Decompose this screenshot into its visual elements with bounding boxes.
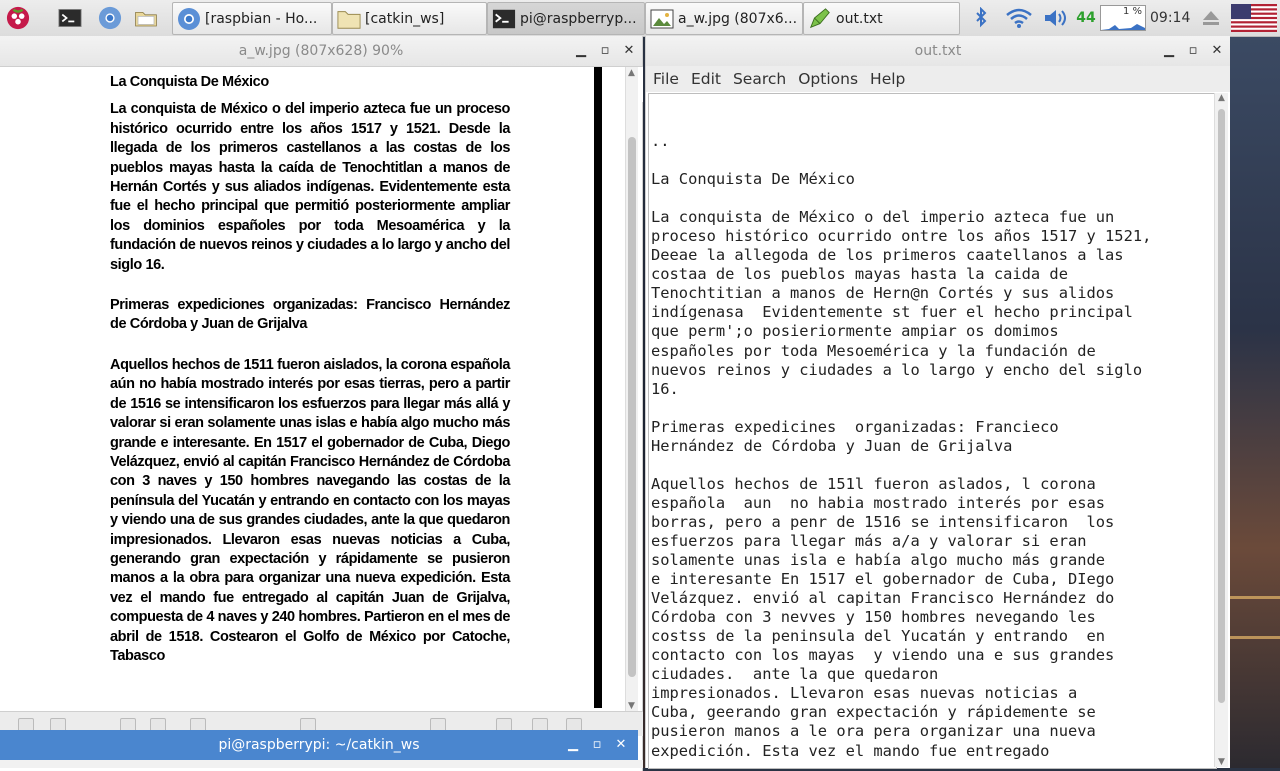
- window-title: a_w.jpg (807x628) 90%: [238, 43, 404, 59]
- task-label: out.txt: [836, 10, 883, 27]
- cpu-monitor[interactable]: 1 %: [1100, 5, 1146, 31]
- scanned-document: La Conquista De México La conquista de M…: [110, 73, 510, 687]
- scroll-up-icon[interactable]: ▲: [628, 68, 635, 78]
- terminal-title: pi@raspberrypi: ~/catkin_ws: [218, 737, 420, 753]
- cpu-temperature: 44: [1076, 10, 1096, 26]
- editor-scrollbar[interactable]: ▲ ▼: [1214, 93, 1228, 767]
- us-flag-icon[interactable]: [1230, 4, 1278, 32]
- terminal-window-titlebar[interactable]: pi@raspberrypi: ~/catkin_ws ▁ ▫ ✕: [0, 730, 638, 760]
- image-viewer-titlebar[interactable]: a_w.jpg (807x628) 90% ▁ ▫ ✕: [0, 36, 642, 67]
- text-editor-window: out.txt ▁ ▫ ✕ File Edit Search Options H…: [645, 36, 1230, 769]
- terminal-icon: [492, 7, 516, 31]
- terminal-launcher[interactable]: [58, 3, 82, 33]
- folder-icon: [134, 6, 158, 30]
- maximize-button[interactable]: ▫: [590, 738, 604, 752]
- minimize-button[interactable]: ▁: [566, 738, 580, 752]
- menu-file[interactable]: File: [653, 70, 679, 88]
- minimize-button[interactable]: ▁: [574, 44, 588, 58]
- task-label: [raspbian - Ho...: [205, 10, 318, 27]
- text-editor-icon: [808, 7, 832, 31]
- browser-launcher[interactable]: [98, 3, 122, 33]
- text-area[interactable]: .. La Conquista De México La conquista d…: [648, 93, 1217, 769]
- scroll-thumb[interactable]: [628, 137, 636, 677]
- menu-edit[interactable]: Edit: [691, 70, 721, 88]
- taskbar: [raspbian - Ho... [catkin_ws] pi@raspber…: [0, 0, 1280, 37]
- menu-options[interactable]: Options: [798, 70, 858, 88]
- volume-icon[interactable]: [1041, 4, 1071, 32]
- desktop-wallpaper: [1230, 36, 1280, 768]
- doc-paragraph: Aquellos hechos de 1511 fueron aislados,…: [110, 356, 510, 664]
- eject-icon[interactable]: [1198, 4, 1224, 32]
- task-terminal[interactable]: pi@raspberryp...: [487, 2, 645, 35]
- raspberry-icon: [6, 6, 30, 30]
- scan-border: [594, 67, 602, 708]
- maximize-button[interactable]: ▫: [1186, 44, 1200, 58]
- text-content[interactable]: .. La Conquista De México La conquista d…: [649, 94, 1216, 761]
- scanned-image[interactable]: La Conquista De México La conquista de M…: [0, 67, 631, 708]
- task-label: [catkin_ws]: [365, 10, 445, 27]
- scroll-up-icon[interactable]: ▲: [1218, 93, 1225, 103]
- scroll-down-icon[interactable]: ▼: [628, 701, 635, 711]
- close-button[interactable]: ✕: [1210, 44, 1224, 58]
- image-viewer-window: a_w.jpg (807x628) 90% ▁ ▫ ✕ La Conquista…: [0, 36, 643, 771]
- scroll-down-icon[interactable]: ▼: [1218, 757, 1225, 767]
- terminal-icon: [58, 6, 82, 30]
- bluetooth-icon[interactable]: [970, 4, 992, 32]
- folder-icon: [337, 7, 361, 31]
- doc-paragraph: La conquista de México o del imperio azt…: [110, 101, 510, 273]
- menu-bar: File Edit Search Options Help: [646, 66, 1230, 92]
- doc-heading: Primeras expediciones organizadas: Franc…: [110, 297, 510, 333]
- doc-title: La Conquista De México: [110, 74, 269, 90]
- menu-search[interactable]: Search: [733, 70, 786, 88]
- task-browser[interactable]: [raspbian - Ho...: [172, 2, 332, 35]
- text-editor-titlebar[interactable]: out.txt ▁ ▫ ✕: [646, 36, 1230, 67]
- image-scrollbar[interactable]: ▲ ▼: [625, 67, 638, 712]
- scroll-thumb[interactable]: [1218, 109, 1225, 703]
- window-title: out.txt: [914, 43, 962, 59]
- file-manager-launcher[interactable]: [134, 3, 158, 33]
- minimize-button[interactable]: ▁: [1162, 44, 1176, 58]
- close-button[interactable]: ✕: [614, 738, 628, 752]
- task-label: pi@raspberryp...: [520, 10, 637, 27]
- cpu-usage: 1 %: [1122, 6, 1142, 17]
- task-text-editor[interactable]: out.txt: [803, 2, 960, 35]
- cpu-graph: [1101, 24, 1145, 30]
- wifi-icon[interactable]: [1004, 4, 1034, 32]
- task-file-manager[interactable]: [catkin_ws]: [332, 2, 487, 35]
- maximize-button[interactable]: ▫: [598, 44, 612, 58]
- raspberry-menu-button[interactable]: [6, 3, 30, 33]
- chromium-icon: [98, 6, 122, 30]
- image-viewer-icon: [650, 7, 674, 31]
- close-button[interactable]: ✕: [622, 44, 636, 58]
- clock[interactable]: 09:14: [1150, 10, 1190, 26]
- chromium-icon: [177, 7, 201, 31]
- task-label: a_w.jpg (807x6...: [678, 10, 798, 27]
- menu-help[interactable]: Help: [870, 70, 905, 88]
- task-image-viewer[interactable]: a_w.jpg (807x6...: [645, 2, 803, 35]
